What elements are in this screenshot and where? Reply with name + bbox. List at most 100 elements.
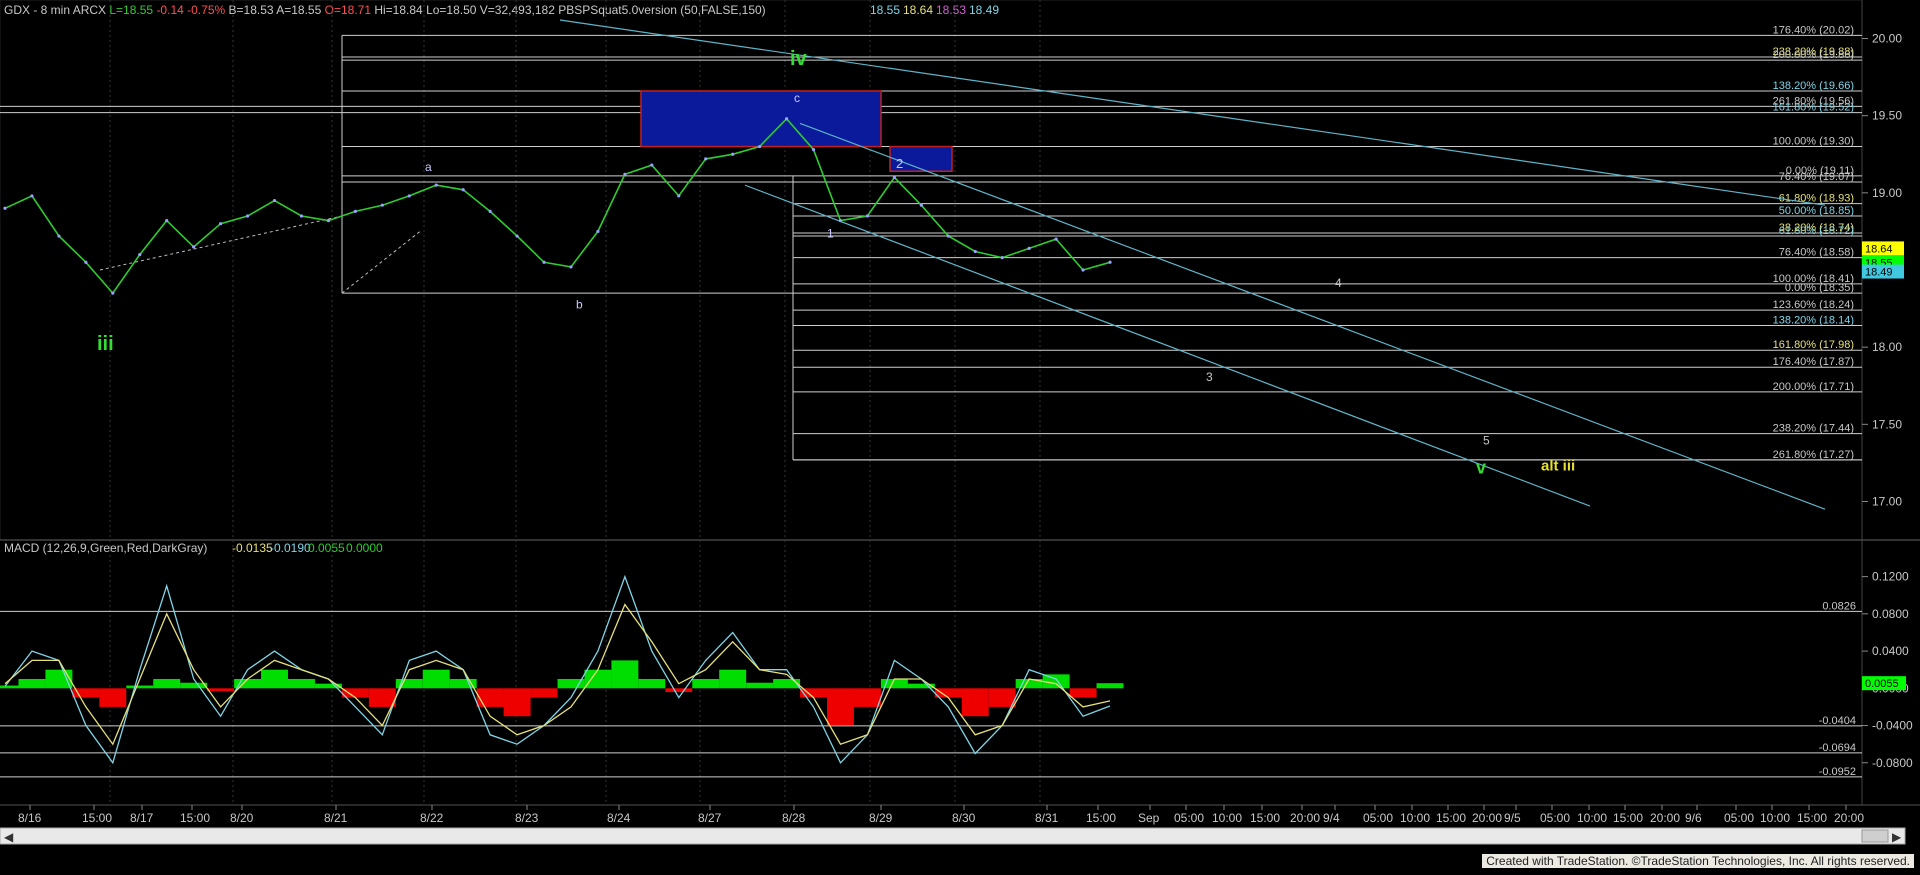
x-tick-label: 8/21 <box>324 811 348 825</box>
price-point <box>811 148 816 152</box>
x-tick-label: 20:00 <box>1834 811 1864 825</box>
indicator-value: 18.55 <box>870 3 900 17</box>
macd-tick-label: 0.1200 <box>1872 570 1909 584</box>
wave-label-c: c <box>794 91 800 105</box>
macd-histogram-bar <box>503 688 531 717</box>
header-symbol: GDX - 8 min ARCX L=18.55 -0.14 -0.75% B=… <box>4 3 766 17</box>
wave-label-5: 5 <box>1483 433 1490 447</box>
macd-histogram-bar <box>584 669 612 689</box>
wave-label-2: 2 <box>896 156 903 171</box>
price-point <box>272 198 277 203</box>
price-point <box>1081 268 1085 272</box>
price-tick-label: 17.00 <box>1872 494 1902 508</box>
macd-header: MACD (12,26,9,Green,Red,DarkGray) <box>4 541 207 555</box>
horizontal-scrollbar[interactable] <box>0 827 1906 845</box>
fib-label: 123.60% (18.24) <box>1773 299 1854 311</box>
price-point <box>138 252 142 257</box>
macd-tick-label: 0.0400 <box>1872 644 1909 658</box>
x-tick-label: 8/29 <box>869 811 893 825</box>
x-tick-label: 20:00 <box>1650 811 1680 825</box>
x-tick-label: 05:00 <box>1174 811 1204 825</box>
macd-histogram-bar <box>611 660 639 689</box>
price-point <box>219 222 223 226</box>
fib-label: 200.00% (17.71) <box>1773 381 1854 393</box>
price-point <box>434 183 438 187</box>
macd-level-label: 0.0826 <box>1822 600 1856 612</box>
fib-label: 238.20% (17.44) <box>1773 423 1854 435</box>
wave-label-3: 3 <box>1206 370 1213 384</box>
price-tick-label: 19.00 <box>1872 186 1902 200</box>
fib-label: 200.00% (19.86) <box>1773 49 1854 61</box>
macd-level-label: -0.0404 <box>1819 715 1856 727</box>
price-point <box>1054 237 1058 241</box>
x-tick-label: 15:00 <box>1797 811 1827 825</box>
macd-histogram-bar <box>153 679 181 689</box>
x-tick-label: 8/23 <box>515 811 539 825</box>
price-point <box>838 219 843 223</box>
scroll-right-icon[interactable]: ▶ <box>1892 830 1902 844</box>
price-point <box>542 260 546 264</box>
scrollbar-thumb[interactable] <box>1861 829 1889 843</box>
price-point <box>30 194 34 198</box>
x-tick-label: 8/17 <box>130 811 154 825</box>
macd-histogram-bar <box>18 679 46 689</box>
x-tick-label: 20:00 <box>1290 811 1320 825</box>
macd-level-label: -0.0694 <box>1819 742 1856 754</box>
macd-histogram-bar <box>207 688 235 692</box>
macd-histogram-bar <box>638 679 666 689</box>
fib-label: 61.80% (18.93) <box>1779 193 1854 205</box>
x-tick-label: 15:00 <box>1613 811 1643 825</box>
price-point <box>488 209 492 213</box>
macd-histogram-bar <box>530 688 558 698</box>
x-tick-label: 05:00 <box>1724 811 1754 825</box>
x-tick-label: 15:00 <box>1086 811 1116 825</box>
macd-histogram-bar <box>961 688 989 717</box>
fib-label: 138.20% (19.66) <box>1773 80 1854 92</box>
x-tick-label: 10:00 <box>1760 811 1790 825</box>
macd-value: -0.0190 <box>270 541 311 555</box>
macd-histogram-bar <box>827 688 854 726</box>
x-tick-label: 8/28 <box>782 811 806 825</box>
fib-label: 176.40% (20.02) <box>1773 24 1854 36</box>
macd-badge-label: 0.0055 <box>1865 678 1899 690</box>
price-point <box>111 291 115 295</box>
price-point <box>380 203 384 207</box>
price-point <box>704 157 708 161</box>
footer-credit: Created with TradeStation. ©TradeStation… <box>1482 854 1914 868</box>
price-point <box>1027 246 1031 250</box>
x-tick-label: 15:00 <box>1250 811 1280 825</box>
chart-canvas: GDX - 8 min ARCX L=18.55 -0.14 -0.75% B=… <box>0 0 1920 870</box>
price-point <box>192 245 196 249</box>
x-tick-label: 10:00 <box>1577 811 1607 825</box>
macd-tick-label: -0.0400 <box>1872 719 1913 733</box>
x-tick-label: 05:00 <box>1540 811 1570 825</box>
fib-label: 176.40% (17.87) <box>1773 356 1854 368</box>
x-tick-label: 8/31 <box>1035 811 1059 825</box>
macd-histogram-bar <box>1069 688 1097 698</box>
price-point <box>946 234 950 238</box>
macd-histogram-bar <box>45 669 73 689</box>
price-badge-label: 18.49 <box>1865 267 1893 279</box>
x-tick-label: Sep <box>1138 811 1160 825</box>
price-point <box>515 234 519 238</box>
x-tick-label: 15:00 <box>1436 811 1466 825</box>
macd-values: -0.0135-0.01900.0055 0.0000 <box>232 541 383 555</box>
macd-histogram-bar <box>0 685 19 689</box>
x-tick-label: 15:00 <box>82 811 112 825</box>
price-point <box>1108 260 1112 264</box>
price-tick-label: 19.50 <box>1872 109 1902 123</box>
macd-histogram-bar <box>261 669 288 689</box>
price-point <box>84 260 88 264</box>
wave-label-iv: iv <box>790 48 808 70</box>
fib-label: 261.80% (17.27) <box>1773 449 1854 461</box>
x-tick-label: 8/27 <box>698 811 722 825</box>
scroll-left-icon[interactable]: ◀ <box>4 830 14 844</box>
price-point <box>299 214 304 218</box>
macd-value: 0.0000 <box>346 541 383 555</box>
price-tick-label: 20.00 <box>1872 32 1902 46</box>
wave-label-4: 4 <box>1335 276 1342 290</box>
macd-histogram-bar <box>287 679 315 689</box>
x-tick-label: 15:00 <box>180 811 210 825</box>
macd-histogram-bar <box>853 688 881 707</box>
price-point <box>623 172 627 176</box>
